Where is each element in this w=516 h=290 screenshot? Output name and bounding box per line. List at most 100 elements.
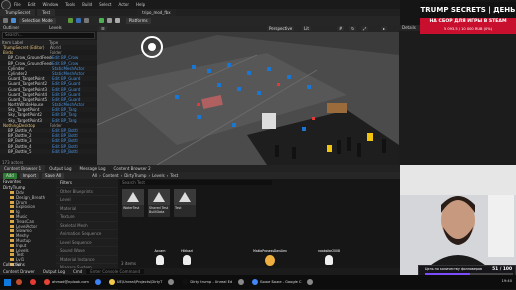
filter-item[interactable]: Skeletal Mesh bbox=[56, 222, 118, 230]
filter-item[interactable]: Other Blueprints bbox=[56, 188, 118, 196]
scale-snap-button[interactable]: ⤢ bbox=[361, 26, 369, 31]
taskbar-item[interactable] bbox=[16, 276, 24, 288]
tab-message-log[interactable]: Message Log bbox=[76, 165, 110, 172]
path-dirtytrump[interactable]: DirtyTrump bbox=[124, 173, 146, 178]
tab-output-log[interactable]: Output Log bbox=[45, 165, 75, 172]
viewport-options-button[interactable]: ☰ bbox=[99, 26, 107, 31]
filters-panel: Filters Other Blueprints Level Material Tex… bbox=[56, 179, 118, 290]
tab-content-browser-2[interactable]: Content Browser 2 bbox=[109, 165, 154, 172]
menu-item-build[interactable]: Build bbox=[82, 2, 92, 7]
cmd-button[interactable]: Cmd bbox=[73, 269, 82, 274]
platforms-button[interactable]: Platforms bbox=[125, 17, 151, 24]
details-panel: Details bbox=[399, 25, 516, 165]
content-drawer-button[interactable]: Content Drawer bbox=[3, 269, 35, 274]
filter-item[interactable]: Material bbox=[56, 205, 118, 213]
stream-title-banner: TRUMP SECRETS | ДЕНЬ 45/60 bbox=[420, 2, 516, 30]
camera-speed-button[interactable]: ▸ bbox=[381, 26, 388, 31]
folder-icon bbox=[10, 229, 14, 233]
goal-title: Цель по количеству фолловеров bbox=[425, 267, 482, 271]
save-all-button[interactable]: Save All bbox=[42, 172, 65, 179]
level-asset-icon bbox=[148, 189, 170, 205]
app-icon bbox=[307, 279, 314, 285]
content-search-input[interactable]: Search Test bbox=[120, 180, 272, 185]
add-button[interactable]: Add bbox=[3, 172, 17, 179]
taskbar-item[interactable]: Боже Боже - Google C bbox=[252, 276, 301, 288]
filter-item[interactable]: Texture bbox=[56, 213, 118, 222]
asset-label: Test bbox=[175, 206, 182, 210]
items-count: 3 items bbox=[121, 261, 136, 266]
taskbar-item[interactable]: UE\Unreal\Projects\DirtyT bbox=[108, 276, 162, 288]
folder-icon bbox=[10, 219, 14, 223]
folder-icon bbox=[10, 253, 14, 257]
path-sep-icon: › bbox=[120, 173, 123, 178]
follower-name: Hikkazi bbox=[181, 249, 193, 253]
outliner-header: Outliner Levels bbox=[0, 25, 97, 31]
taskbar-item[interactable] bbox=[30, 276, 38, 288]
menu-item-tools[interactable]: Tools bbox=[65, 2, 75, 7]
taskbar-item[interactable] bbox=[168, 276, 176, 288]
selection-mode-button[interactable]: Selection Mode bbox=[19, 17, 56, 24]
folder-icon bbox=[10, 191, 14, 194]
asset-tile[interactable]: WaterTest bbox=[122, 189, 144, 217]
app-icon bbox=[168, 279, 175, 285]
filter-item[interactable]: Material Instance bbox=[56, 256, 118, 264]
filters-header[interactable]: Filters bbox=[56, 179, 118, 188]
grid-snap-button[interactable]: # bbox=[337, 26, 345, 31]
import-button[interactable]: Import bbox=[19, 172, 40, 179]
path-levels[interactable]: Levels bbox=[152, 173, 165, 178]
menu-item-edit[interactable]: Edit bbox=[28, 2, 36, 7]
viewport-toolbar: ☰ Perspective Lit # ↻ ⤢ ▸ bbox=[97, 25, 399, 32]
taskbar-item[interactable]: Dirty trump - Unreal Ed bbox=[182, 276, 232, 288]
filter-item[interactable]: Level Sequence bbox=[56, 239, 118, 247]
menu-item-help[interactable]: Help bbox=[136, 2, 145, 7]
output-log-button[interactable]: Output Log bbox=[43, 269, 65, 274]
menu-item-window[interactable]: Window bbox=[42, 2, 58, 7]
path-all[interactable]: All bbox=[92, 173, 97, 178]
path-content[interactable]: Content bbox=[103, 173, 119, 178]
stop-icon[interactable] bbox=[114, 18, 120, 23]
mode-icon[interactable] bbox=[11, 18, 16, 23]
tab-project[interactable]: TrumpSecret bbox=[0, 9, 36, 16]
perspective-button[interactable]: Perspective bbox=[267, 26, 295, 31]
outliner-row[interactable]: BP_Bottle_5 Edit BP_Bottl bbox=[0, 148, 97, 154]
save-icon[interactable] bbox=[3, 18, 8, 23]
filter-item[interactable]: Level bbox=[56, 196, 118, 205]
taskbar-item[interactable]: ahmad@nplook.com bbox=[44, 276, 89, 288]
add-actor-icon[interactable] bbox=[67, 18, 73, 23]
rotate-snap-button[interactable]: ↻ bbox=[349, 26, 357, 31]
tab-other[interactable]: tripo_mod_fbx bbox=[137, 9, 176, 16]
tab-outliner[interactable]: Outliner bbox=[3, 25, 19, 31]
filter-item[interactable]: Animation Sequence bbox=[56, 230, 118, 239]
blueprint-icon[interactable] bbox=[75, 18, 81, 23]
tab-level[interactable]: Test bbox=[37, 9, 56, 16]
taskbar-item[interactable] bbox=[238, 276, 246, 288]
folder-icon bbox=[10, 243, 14, 247]
filter-item[interactable]: Sound Wave bbox=[56, 247, 118, 256]
start-icon[interactable] bbox=[4, 278, 11, 286]
menu-item-select[interactable]: Select bbox=[99, 2, 111, 7]
app-icon bbox=[30, 279, 36, 285]
app-icon bbox=[252, 279, 259, 285]
level-viewport[interactable]: ☰ Perspective Lit # ↻ ⤢ ▸ bbox=[97, 25, 399, 165]
tab-levels[interactable]: Levels bbox=[49, 25, 62, 31]
taskbar-item[interactable] bbox=[307, 276, 315, 288]
outliner-search-input[interactable]: Search... bbox=[2, 32, 95, 39]
pause-icon[interactable] bbox=[106, 18, 112, 23]
follower-alert: Hikkazi bbox=[175, 249, 199, 267]
collections-header[interactable]: Collections bbox=[3, 262, 25, 267]
asset-label: WaterTest bbox=[123, 206, 140, 210]
path-test[interactable]: Test bbox=[170, 173, 178, 178]
lit-button[interactable]: Lit bbox=[302, 26, 311, 31]
play-icon[interactable] bbox=[98, 18, 104, 23]
app-icon bbox=[108, 279, 115, 285]
folder-icon bbox=[10, 238, 14, 242]
taskbar-item[interactable] bbox=[94, 276, 103, 288]
cinematics-icon[interactable] bbox=[83, 18, 89, 23]
viewport-scene[interactable] bbox=[97, 25, 399, 165]
console-input[interactable]: Enter Console Command bbox=[86, 269, 144, 274]
asset-tile[interactable]: Shared Test BuiltData bbox=[148, 189, 170, 217]
menu-item-file[interactable]: File bbox=[14, 2, 21, 7]
tab-content-browser-1[interactable]: Content Browser 1 bbox=[0, 165, 46, 172]
asset-tile[interactable]: Test bbox=[174, 189, 196, 217]
menu-item-actor[interactable]: Actor bbox=[118, 2, 129, 7]
